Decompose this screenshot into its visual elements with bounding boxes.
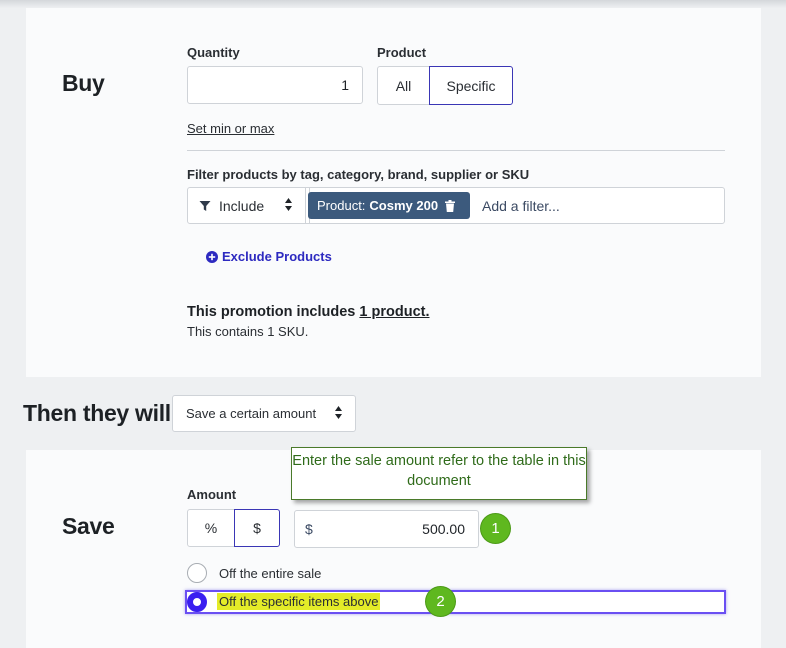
promotion-summary: This promotion includes 1 product. — [187, 304, 430, 320]
radio-specific-items[interactable] — [187, 592, 207, 612]
product-all-button[interactable]: All — [377, 66, 430, 105]
filter-label: Filter products by tag, category, brand,… — [187, 167, 530, 182]
filter-mode-select[interactable]: Include — [188, 188, 306, 223]
trash-icon[interactable] — [445, 199, 456, 212]
then-title: Then they will — [23, 400, 171, 426]
step-badge-1: 1 — [481, 514, 510, 543]
divider — [187, 150, 725, 151]
add-filter-input[interactable]: Add a filter... — [482, 198, 560, 214]
buy-title: Buy — [62, 70, 105, 96]
amount-percent-button[interactable]: % — [187, 509, 235, 547]
quantity-label: Quantity — [187, 45, 240, 60]
chip-value: Cosmy 200 — [369, 198, 439, 213]
updown-icon — [285, 198, 292, 211]
option-entire-label: Off the entire sale — [219, 566, 322, 581]
summary-product-link[interactable]: 1 product. — [359, 304, 429, 320]
product-specific-button[interactable]: Specific — [429, 66, 513, 105]
updown-icon — [335, 406, 342, 419]
filter-mode-value: Include — [219, 197, 265, 214]
quantity-input[interactable]: 1 — [187, 66, 363, 104]
amount-input[interactable]: $ 500.00 — [294, 510, 479, 548]
option-specific-label: Off the specific items above — [217, 593, 381, 610]
plus-circle-icon — [206, 250, 218, 263]
action-select[interactable]: Save a certain amount — [172, 395, 356, 432]
product-filter-chip[interactable]: Product: Cosmy 200 — [308, 192, 470, 219]
amount-value: 500.00 — [422, 521, 465, 537]
filter-icon — [199, 200, 211, 212]
summary-sku: This contains 1 SKU. — [187, 324, 309, 339]
step-badge-2: 2 — [426, 587, 455, 616]
option-specific-text: Off the specific items above — [217, 593, 381, 610]
save-title: Save — [62, 513, 115, 539]
amount-dollar-button[interactable]: $ — [234, 509, 280, 547]
amount-label: Amount — [187, 487, 237, 502]
exclude-products-label: Exclude Products — [222, 249, 332, 264]
top-shadow — [0, 0, 786, 8]
product-label: Product — [377, 45, 427, 60]
currency-symbol: $ — [305, 521, 313, 537]
summary-prefix: This promotion includes — [187, 304, 360, 320]
action-value: Save a certain amount — [186, 406, 317, 421]
set-min-max-link[interactable]: Set min or max — [187, 121, 274, 136]
chip-prefix: Product: — [317, 198, 366, 213]
instruction-callout: Enter the sale amount refer to the table… — [291, 447, 587, 500]
exclude-products-link[interactable]: Exclude Products — [206, 249, 332, 264]
quantity-value: 1 — [341, 77, 349, 93]
radio-entire-sale[interactable] — [187, 563, 207, 583]
